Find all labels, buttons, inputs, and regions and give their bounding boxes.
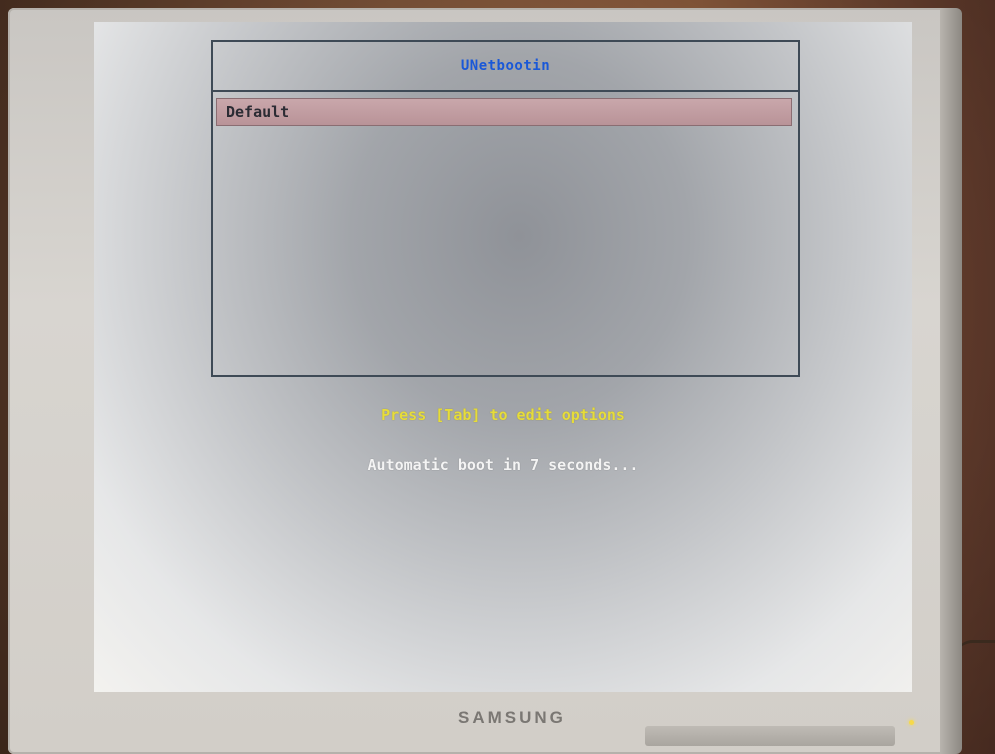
edit-options-hint: Press [Tab] to edit options xyxy=(381,406,625,424)
power-led-icon xyxy=(909,720,914,725)
monitor-bezel-edge xyxy=(940,8,962,754)
boot-menu-item-default[interactable]: Default xyxy=(216,98,792,126)
menu-title: UNetbootin xyxy=(460,58,551,74)
menu-title-bar: UNetbootin xyxy=(213,42,798,92)
boot-countdown: Automatic boot in 7 seconds... xyxy=(367,456,639,474)
monitor-brand-logo: SAMSUNG xyxy=(458,708,566,727)
boot-menu: UNetbootin Default xyxy=(211,40,800,377)
monitor-control-buttons[interactable] xyxy=(645,726,895,746)
boot-screen: UNetbootin Default Press [Tab] to edit o… xyxy=(94,22,912,692)
